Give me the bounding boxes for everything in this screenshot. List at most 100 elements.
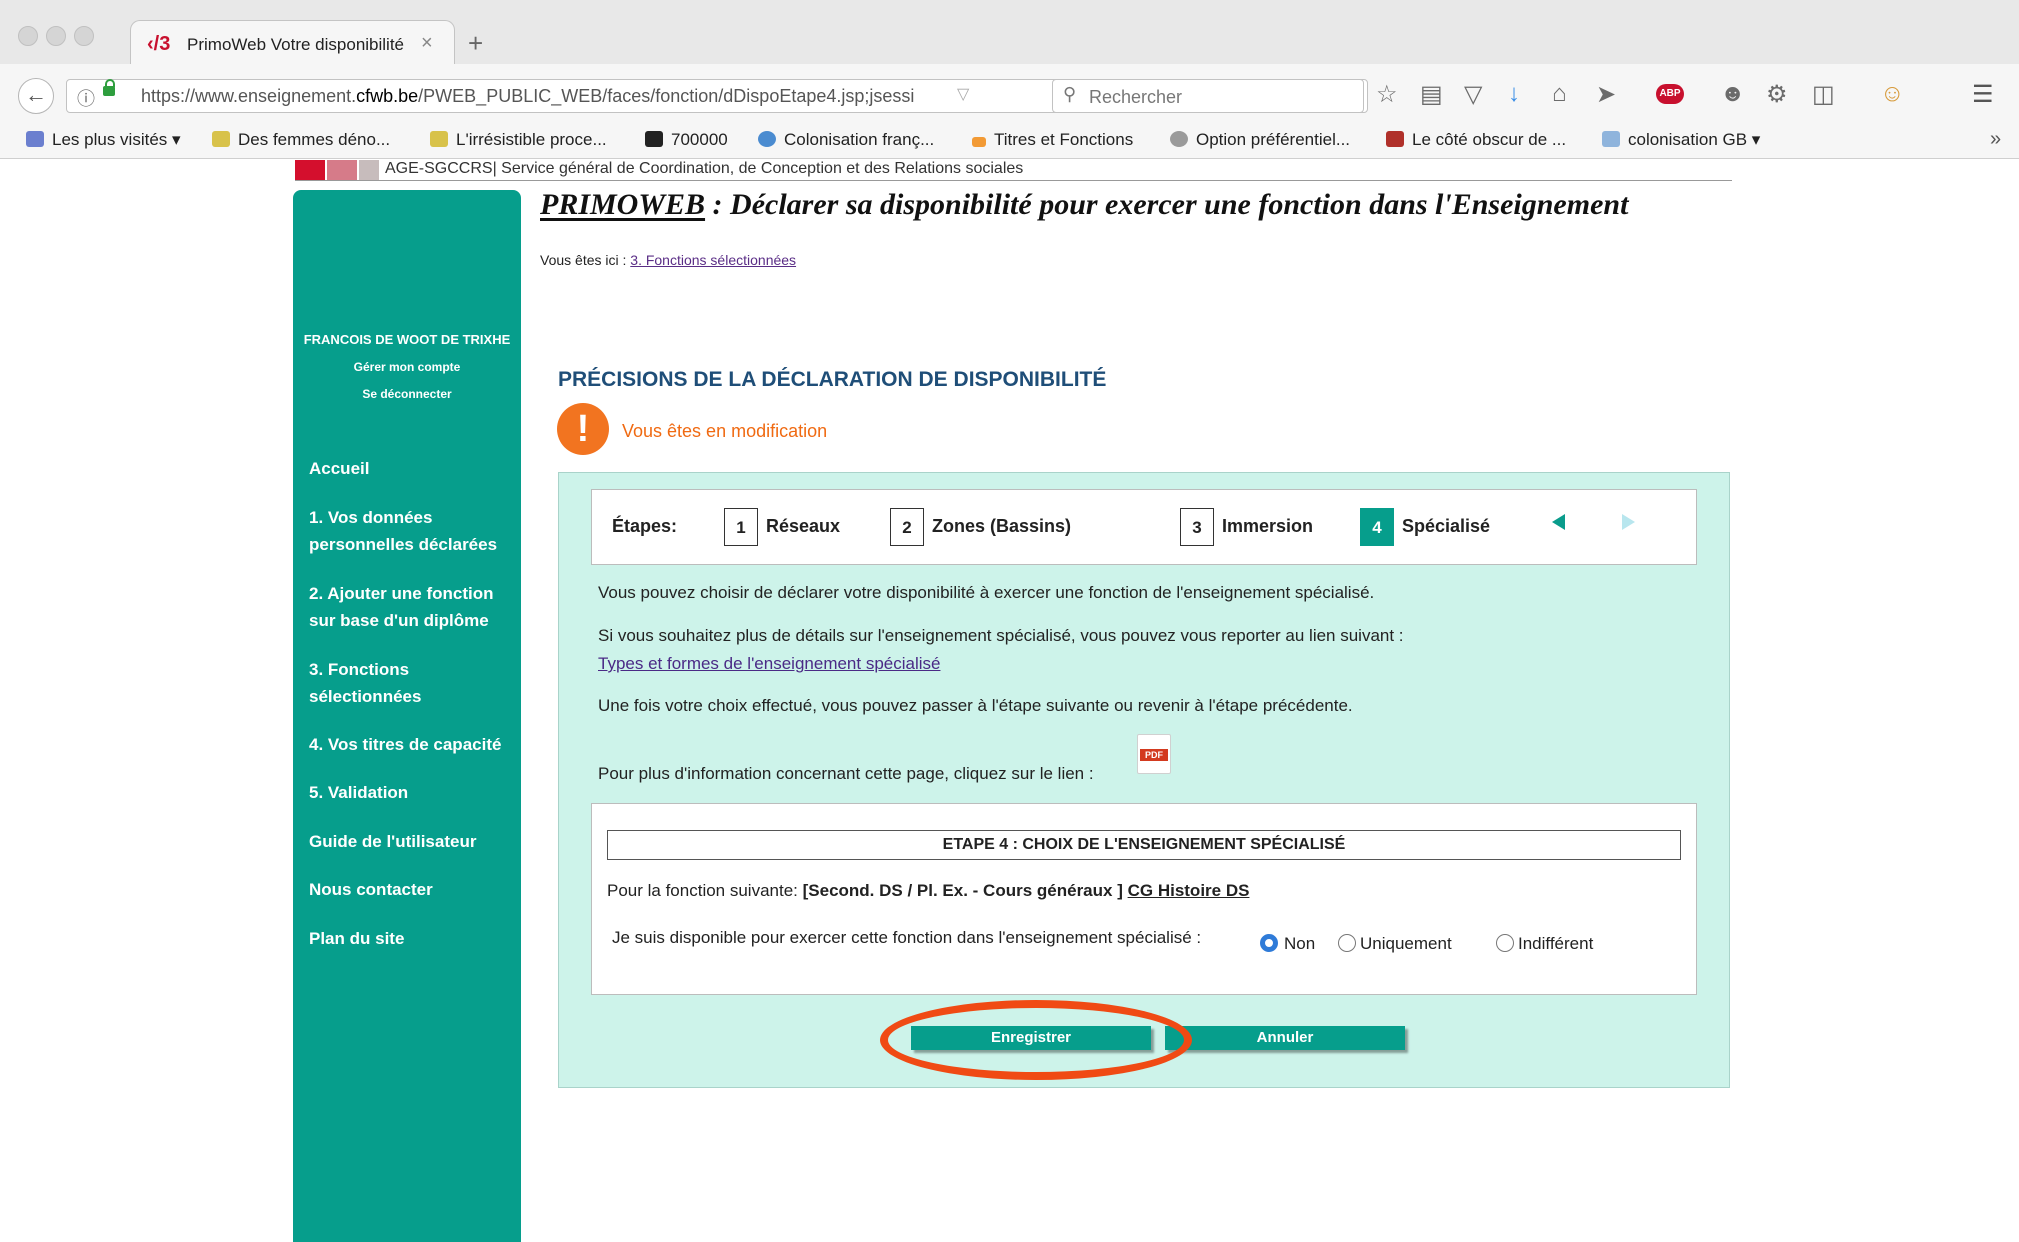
tab-close-icon[interactable]: ×	[421, 32, 433, 55]
steps-bar: Étapes: 1 Réseaux 2 Zones (Bassins) 3 Im…	[591, 489, 1697, 565]
sidebar-item-accueil[interactable]: Accueil	[309, 455, 514, 482]
home-icon[interactable]: ⌂	[1552, 80, 1567, 108]
step-1-label[interactable]: Réseaux	[766, 516, 840, 537]
back-arrow-icon[interactable]: ←	[18, 78, 54, 114]
sidebar-item-contact[interactable]: Nous contacter	[309, 876, 514, 903]
step-4-label[interactable]: Spécialisé	[1402, 516, 1490, 537]
window-zoom-button[interactable]	[74, 26, 94, 46]
sidebar-item-titles[interactable]: 4. Vos titres de capacité	[309, 731, 514, 758]
bookmark-label: Des femmes déno...	[238, 130, 391, 149]
save-button[interactable]: Enregistrer	[911, 1026, 1151, 1050]
function-prefix: Pour la fonction suivante:	[607, 881, 803, 900]
logout-link[interactable]: Se déconnecter	[293, 387, 521, 401]
tab-title: PrimoWeb Votre disponibilité	[187, 35, 405, 54]
window-minimize-button[interactable]	[46, 26, 66, 46]
bookmark-favicon-icon	[758, 131, 776, 147]
radio-uniquement[interactable]	[1338, 934, 1356, 952]
bookmark-favicon-icon	[645, 131, 663, 147]
choice-box: ETAPE 4 : CHOIX DE L'ENSEIGNEMENT SPÉCIA…	[591, 803, 1697, 995]
radio-label-non[interactable]: Non	[1284, 934, 1315, 954]
search-icon: ⚲	[1063, 84, 1077, 104]
steps-label: Étapes:	[612, 516, 678, 536]
search-box[interactable]: ⚲ Rechercher	[1052, 79, 1364, 113]
pocket-icon[interactable]: ▽	[1464, 80, 1482, 109]
bookmark-item[interactable]: Option préférentiel...	[1170, 130, 1350, 150]
previous-step-icon[interactable]	[1552, 514, 1565, 530]
bookmark-favicon-icon	[430, 131, 448, 147]
step-3-number[interactable]: 3	[1180, 508, 1214, 546]
chat-icon[interactable]: ☻	[1720, 80, 1745, 108]
radio-non[interactable]	[1260, 934, 1278, 952]
navigation-hint-text: Une fois votre choix effectué, vous pouv…	[598, 696, 1353, 715]
banner-text: AGE-SGCCRS| Service général de Coordinat…	[385, 160, 1024, 177]
step-2-label[interactable]: Zones (Bassins)	[932, 516, 1071, 537]
bookmark-favicon-icon	[972, 137, 986, 147]
bookmark-item[interactable]: Colonisation franç...	[758, 130, 934, 150]
bookmark-item[interactable]: Des femmes déno...	[212, 130, 390, 150]
avatar-icon[interactable]: ☺	[1880, 80, 1905, 108]
site-banner: AGE-SGCCRS| Service général de Coordinat…	[295, 160, 1732, 181]
banner-logo-block	[327, 160, 357, 180]
bookmark-label: Option préférentiel...	[1196, 130, 1351, 149]
intro-text: Vous pouvez choisir de déclarer votre di…	[598, 583, 1375, 602]
info-icon[interactable]: ⓘ	[77, 85, 95, 111]
step-2-number[interactable]: 2	[890, 508, 924, 546]
page-title: PRIMOWEB : Déclarer sa disponibilité pou…	[540, 188, 1628, 222]
bookmark-label: Colonisation franç...	[784, 130, 935, 149]
sidebar-item-personal-data[interactable]: 1. Vos données personnelles déclarées	[309, 504, 514, 558]
search-input[interactable]: Rechercher	[1089, 87, 1182, 108]
adblock-icon[interactable]: ABP	[1656, 84, 1684, 104]
warning-icon: !	[557, 403, 609, 455]
more-info-text: Pour plus d'information concernant cette…	[598, 764, 1094, 783]
browser-tab-bar: ‹/3 PrimoWeb Votre disponibilité × +	[0, 0, 2019, 67]
sidebar-item-user-guide[interactable]: Guide de l'utilisateur	[309, 828, 514, 855]
browser-tab[interactable]: ‹/3 PrimoWeb Votre disponibilité ×	[130, 20, 455, 67]
bookmark-item[interactable]: Le côté obscur de ...	[1386, 130, 1566, 150]
step-3-label[interactable]: Immersion	[1222, 516, 1313, 537]
clipboard-icon[interactable]: ◫	[1812, 80, 1835, 109]
function-link[interactable]: CG Histoire DS	[1128, 881, 1250, 900]
url-domain: cfwb.be	[356, 86, 419, 106]
window-close-button[interactable]	[18, 26, 38, 46]
banner-logo-block	[359, 160, 379, 180]
bookmark-item[interactable]: colonisation GB ▾	[1602, 130, 1760, 150]
sidebar-item-add-function[interactable]: 2. Ajouter une fonction sur base d'un di…	[309, 580, 514, 634]
page-title-brand: PRIMOWEB	[540, 188, 706, 221]
bookmark-label: Les plus visités ▾	[52, 130, 181, 149]
folder-icon	[1602, 131, 1620, 147]
radio-label-uniquement[interactable]: Uniquement	[1360, 934, 1452, 954]
breadcrumb-link[interactable]: 3. Fonctions sélectionnées	[630, 252, 796, 268]
new-tab-icon[interactable]: +	[468, 28, 483, 59]
puzzle-icon[interactable]: ⚙	[1766, 80, 1788, 109]
user-name: FRANCOIS DE WOOT DE TRIXHE	[303, 332, 511, 347]
sidebar-item-validation[interactable]: 5. Validation	[309, 779, 514, 806]
url-dropdown-icon[interactable]: ▽	[957, 84, 969, 104]
menu-icon[interactable]: ☰	[1972, 80, 1994, 109]
function-line: Pour la fonction suivante: [Second. DS /…	[607, 881, 1249, 901]
bookmark-item[interactable]: Les plus visités ▾	[26, 130, 181, 150]
bookmarks-overflow-icon[interactable]: »	[1990, 128, 2001, 151]
browser-nav-bar: ← ⓘ https://www.enseignement.cfwb.be/PWE…	[0, 64, 2019, 125]
radio-label-indifferent[interactable]: Indifférent	[1518, 934, 1593, 954]
sidebar-item-sitemap[interactable]: Plan du site	[309, 925, 514, 952]
bookmark-item[interactable]: L'irrésistible proce...	[430, 130, 607, 150]
warning-text: Vous êtes en modification	[622, 421, 828, 441]
breadcrumb-prefix: Vous êtes ici :	[540, 252, 631, 268]
manage-account-link[interactable]: Gérer mon compte	[293, 360, 521, 374]
reading-list-icon[interactable]: ▤	[1420, 80, 1443, 109]
bookmark-star-icon[interactable]: ☆	[1376, 80, 1398, 109]
step-1-number[interactable]: 1	[724, 508, 758, 546]
url-text[interactable]: https://www.enseignement.cfwb.be/PWEB_PU…	[141, 86, 914, 107]
declaration-panel: Étapes: 1 Réseaux 2 Zones (Bassins) 3 Im…	[558, 472, 1730, 1088]
bookmark-item[interactable]: 700000	[645, 130, 728, 150]
pdf-label: PDF	[1140, 749, 1168, 761]
types-link[interactable]: Types et formes de l'enseignement spécia…	[598, 654, 940, 674]
sidebar-item-selected-functions[interactable]: 3. Fonctions sélectionnées	[309, 656, 514, 710]
pdf-icon[interactable]: PDF	[1137, 734, 1171, 774]
cancel-button[interactable]: Annuler	[1165, 1026, 1405, 1050]
send-icon[interactable]: ➤	[1596, 80, 1616, 109]
download-icon[interactable]: ↓	[1508, 80, 1520, 108]
bookmark-item[interactable]: Titres et Fonctions	[972, 130, 1133, 150]
radio-indifferent[interactable]	[1496, 934, 1514, 952]
step-4-number[interactable]: 4	[1360, 508, 1394, 546]
